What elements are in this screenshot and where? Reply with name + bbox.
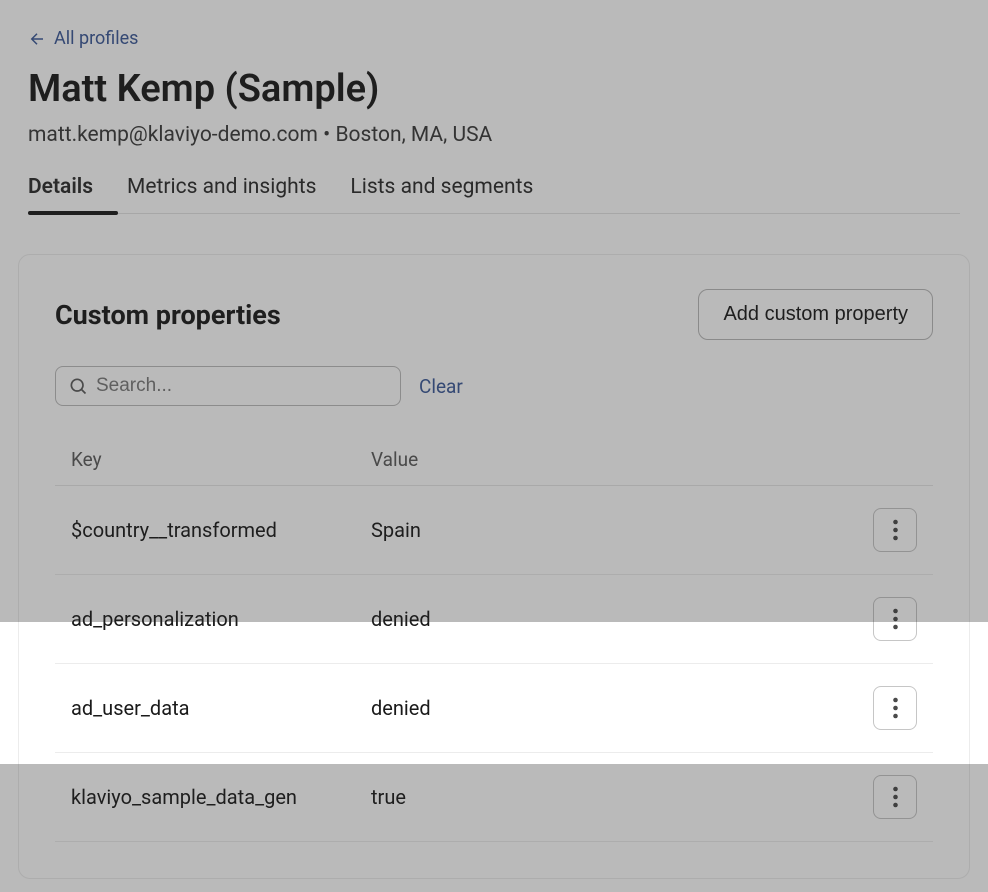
property-key: ad_personalization: [71, 607, 371, 631]
more-vertical-icon: [893, 697, 898, 719]
more-vertical-icon: [893, 519, 898, 541]
row-more-button[interactable]: [873, 597, 917, 641]
profile-email: matt.kemp@klaviyo-demo.com: [28, 123, 318, 147]
profile-location: Boston, MA, USA: [335, 123, 492, 147]
tab-lists-and-segments[interactable]: Lists and segments: [350, 175, 533, 213]
search-icon: [68, 376, 88, 396]
more-vertical-icon: [893, 786, 898, 808]
card-header: Custom properties Add custom property: [55, 289, 933, 340]
table-row: $country__transformed Spain: [55, 486, 933, 575]
table-row: ad_personalization denied: [55, 575, 933, 664]
back-to-all-profiles-link[interactable]: All profiles: [28, 28, 138, 49]
row-more-button[interactable]: [873, 686, 917, 730]
more-vertical-icon: [893, 608, 898, 630]
table-row: ad_user_data denied: [55, 664, 933, 753]
card-title: Custom properties: [55, 299, 281, 331]
profile-name: Matt Kemp (Sample): [28, 67, 960, 111]
tab-metrics-and-insights[interactable]: Metrics and insights: [127, 175, 316, 213]
property-key: $country__transformed: [71, 518, 371, 542]
row-actions: [867, 508, 917, 552]
page-header: All profiles Matt Kemp (Sample) matt.kem…: [0, 0, 988, 214]
column-header-key: Key: [71, 448, 371, 471]
tabs: Details Metrics and insights Lists and s…: [28, 175, 960, 214]
row-more-button[interactable]: [873, 508, 917, 552]
property-value: true: [371, 785, 867, 809]
row-actions: [867, 597, 917, 641]
clear-search-link[interactable]: Clear: [419, 375, 463, 398]
tab-details[interactable]: Details: [28, 175, 93, 213]
property-key: ad_user_data: [71, 696, 371, 720]
table-header: Key Value: [55, 434, 933, 486]
profile-page: All profiles Matt Kemp (Sample) matt.kem…: [0, 0, 988, 892]
column-header-value: Value: [371, 448, 917, 471]
row-actions: [867, 775, 917, 819]
property-value: Spain: [371, 518, 867, 542]
properties-table: Key Value $country__transformed Spain ad…: [55, 434, 933, 842]
search-input[interactable]: [96, 375, 388, 397]
profile-meta: matt.kemp@klaviyo-demo.com • Boston, MA,…: [28, 123, 960, 147]
table-row: klaviyo_sample_data_gen true: [55, 753, 933, 842]
meta-separator: •: [318, 123, 336, 147]
property-value: denied: [371, 607, 867, 631]
search-input-wrapper[interactable]: [55, 366, 401, 406]
arrow-left-icon: [28, 30, 46, 48]
row-more-button[interactable]: [873, 775, 917, 819]
search-row: Clear: [55, 366, 933, 406]
back-link-label: All profiles: [54, 28, 138, 49]
add-custom-property-button[interactable]: Add custom property: [698, 289, 933, 340]
custom-properties-card: Custom properties Add custom property Cl…: [18, 254, 970, 879]
property-value: denied: [371, 696, 867, 720]
row-actions: [867, 686, 917, 730]
property-key: klaviyo_sample_data_gen: [71, 785, 371, 809]
